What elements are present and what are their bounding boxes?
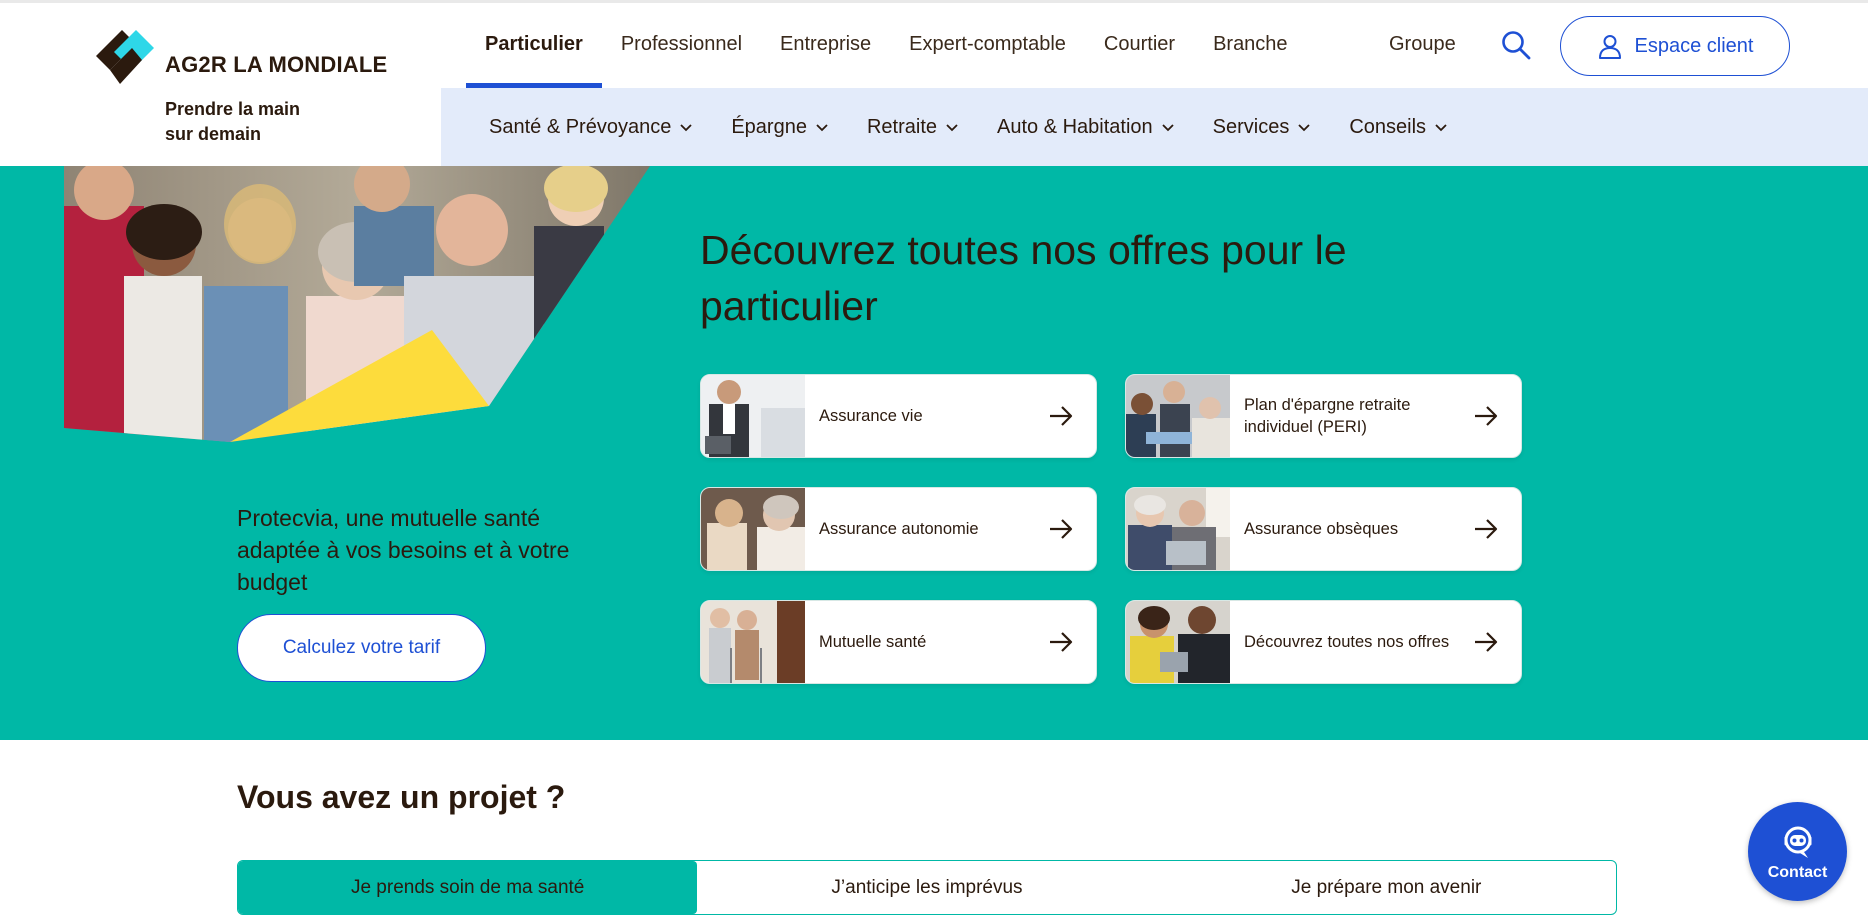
- offer-label: Assurance vie: [819, 407, 923, 425]
- hero-section: Protecvia, une mutuelle santé adaptée à …: [0, 166, 1868, 740]
- tab-imprevus[interactable]: J’anticipe les imprévus: [697, 861, 1156, 914]
- all-offers-thumbnail: [1126, 601, 1230, 683]
- ag2r-logo-icon[interactable]: [92, 26, 158, 90]
- nav-expert-comptable[interactable]: Expert-comptable: [890, 0, 1085, 88]
- tagline-line-1: Prendre la main: [165, 99, 301, 119]
- subnav-auto-habitation[interactable]: Auto & Habitation: [997, 116, 1175, 139]
- arrow-right-icon: [1475, 519, 1498, 539]
- chevron-down-icon: [816, 124, 828, 132]
- nav-groupe[interactable]: Groupe: [1389, 0, 1456, 88]
- chevron-down-icon: [680, 124, 692, 132]
- peri-thumbnail: [1126, 375, 1230, 457]
- tab-avenir[interactable]: Je prépare mon avenir: [1157, 861, 1616, 914]
- offers-grid: Assurance vie Plan d'épargne retraite in…: [700, 374, 1522, 684]
- espace-client-button[interactable]: Espace client: [1560, 16, 1790, 76]
- chevron-down-icon: [1162, 124, 1174, 132]
- sub-nav: Santé & Prévoyance Épargne Retraite Auto…: [441, 88, 1868, 166]
- nav-courtier[interactable]: Courtier: [1085, 0, 1194, 88]
- chat-assistant-icon: [1784, 826, 1811, 858]
- chevron-down-icon: [1435, 124, 1447, 132]
- arrow-right-icon: [1475, 406, 1498, 426]
- subnav-label: Conseils: [1349, 115, 1427, 138]
- offer-card-assurance-vie[interactable]: Assurance vie: [700, 374, 1097, 458]
- chevron-down-icon: [946, 124, 958, 132]
- offer-label: Assurance obsèques: [1244, 520, 1399, 538]
- subnav-label: Épargne: [731, 115, 807, 138]
- subnav-conseils[interactable]: Conseils: [1349, 116, 1448, 139]
- hero-family-photo: [64, 166, 650, 442]
- offer-card-assurance-obseques[interactable]: Assurance obsèques: [1125, 487, 1522, 571]
- offer-card-mutuelle-sante[interactable]: Mutuelle santé: [700, 600, 1097, 684]
- offer-label: Assurance autonomie: [819, 520, 979, 538]
- tagline-line-2: sur demain: [165, 124, 262, 144]
- offer-card-all-offers[interactable]: Découvrez toutes nos offres: [1125, 600, 1522, 684]
- hero-title: Découvrez toutes nos offres pour le part…: [700, 227, 1347, 329]
- tab-sante[interactable]: Je prends soin de ma santé: [238, 861, 698, 914]
- calculate-tariff-button[interactable]: Calculez votre tarif: [237, 614, 486, 682]
- mutuelle-sante-thumbnail: [701, 601, 805, 683]
- arrow-right-icon: [1050, 406, 1073, 426]
- brand-tagline: Prendre la main sur demain: [165, 97, 300, 147]
- assurance-autonomie-thumbnail: [701, 488, 805, 570]
- assurance-obseques-thumbnail: [1126, 488, 1230, 570]
- subnav-label: Services: [1212, 115, 1290, 138]
- nav-particulier[interactable]: Particulier: [466, 0, 602, 88]
- brand-name[interactable]: AG2R LA MONDIALE: [165, 52, 387, 78]
- subnav-sante-prevoyance[interactable]: Santé & Prévoyance: [489, 116, 693, 139]
- search-icon[interactable]: [1500, 29, 1532, 61]
- projects-title: Vous avez un projet ?: [237, 779, 566, 815]
- nav-entreprise[interactable]: Entreprise: [761, 0, 890, 88]
- subnav-label: Auto & Habitation: [997, 115, 1153, 138]
- subnav-epargne[interactable]: Épargne: [731, 116, 829, 139]
- offer-label: Mutuelle santé: [819, 633, 927, 651]
- contact-label: Contact: [1767, 863, 1828, 881]
- arrow-right-icon: [1050, 632, 1073, 652]
- arrow-right-icon: [1050, 519, 1073, 539]
- offer-label: Découvrez toutes nos offres: [1244, 633, 1450, 651]
- subnav-retraite[interactable]: Retraite: [867, 116, 959, 139]
- offer-label: Plan d'épargne retraite individuel (PERI…: [1244, 396, 1411, 436]
- chevron-down-icon: [1298, 124, 1310, 132]
- subnav-label: Santé & Prévoyance: [489, 115, 672, 138]
- offer-card-peri[interactable]: Plan d'épargne retraite individuel (PERI…: [1125, 374, 1522, 458]
- subnav-services[interactable]: Services: [1213, 116, 1312, 139]
- contact-button[interactable]: Contact: [1748, 802, 1847, 901]
- nav-branche[interactable]: Branche: [1194, 0, 1307, 88]
- espace-client-label: Espace client: [1634, 34, 1754, 57]
- assurance-vie-thumbnail: [701, 375, 805, 457]
- user-icon: [1598, 35, 1621, 59]
- subnav-label: Retraite: [866, 115, 937, 138]
- nav-professionnel[interactable]: Professionnel: [602, 0, 761, 88]
- arrow-right-icon: [1475, 632, 1498, 652]
- projects-tabs: Je prends soin de ma santé J’anticipe le…: [237, 860, 1617, 915]
- top-nav: Particulier Professionnel Entreprise Exp…: [466, 0, 1307, 88]
- offer-card-assurance-autonomie[interactable]: Assurance autonomie: [700, 487, 1097, 571]
- hero-promo-text: Protecvia, une mutuelle santé adaptée à …: [237, 505, 570, 595]
